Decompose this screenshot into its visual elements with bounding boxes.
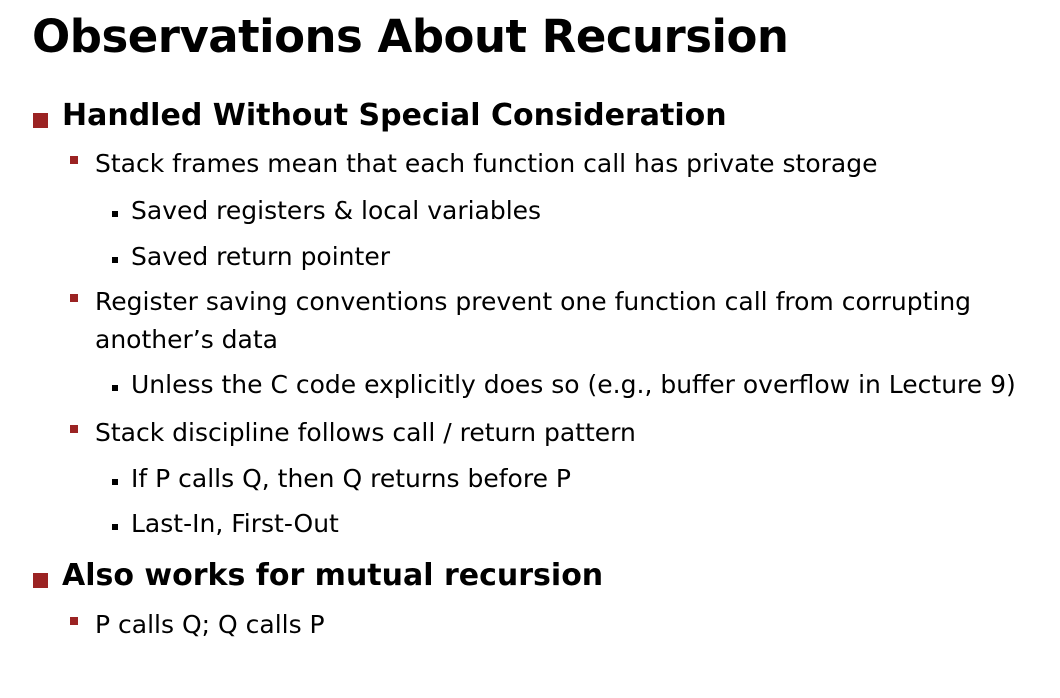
- level3-bullet-icon: [112, 257, 118, 263]
- bullet-level3: Saved return pointer: [131, 242, 390, 271]
- level2-bullet-icon: [70, 294, 78, 302]
- slide-title: Observations About Recursion: [32, 10, 789, 63]
- bullet-level3: Last-In, First-Out: [131, 509, 339, 538]
- bullet-level3: Unless the C code explicitly does so (e.…: [131, 370, 1016, 399]
- level2-bullet-icon: [70, 156, 78, 164]
- bullet-level2: Stack frames mean that each function cal…: [95, 149, 878, 178]
- bullet-level1: Handled Without Special Consideration: [62, 98, 727, 133]
- bullet-level3: Saved registers & local variables: [131, 196, 542, 225]
- slide: Observations About Recursion Handled Wit…: [0, 0, 1060, 698]
- bullet-level2: P calls Q; Q calls P: [95, 610, 325, 639]
- bullet-level3: If P calls Q, then Q returns before P: [131, 464, 571, 493]
- level2-bullet-icon: [70, 617, 78, 625]
- bullet-level2: Register saving conventions prevent one …: [95, 287, 972, 316]
- level3-bullet-icon: [112, 479, 118, 485]
- level3-bullet-icon: [112, 385, 118, 391]
- bullet-level2: Stack discipline follows call / return p…: [95, 418, 636, 447]
- bullet-level2-continuation: another’s data: [95, 325, 278, 354]
- level3-bullet-icon: [112, 524, 118, 530]
- level1-bullet-icon: [33, 573, 48, 588]
- level2-bullet-icon: [70, 425, 78, 433]
- level1-bullet-icon: [33, 113, 48, 128]
- level3-bullet-icon: [112, 211, 118, 217]
- bullet-level1: Also works for mutual recursion: [62, 558, 604, 593]
